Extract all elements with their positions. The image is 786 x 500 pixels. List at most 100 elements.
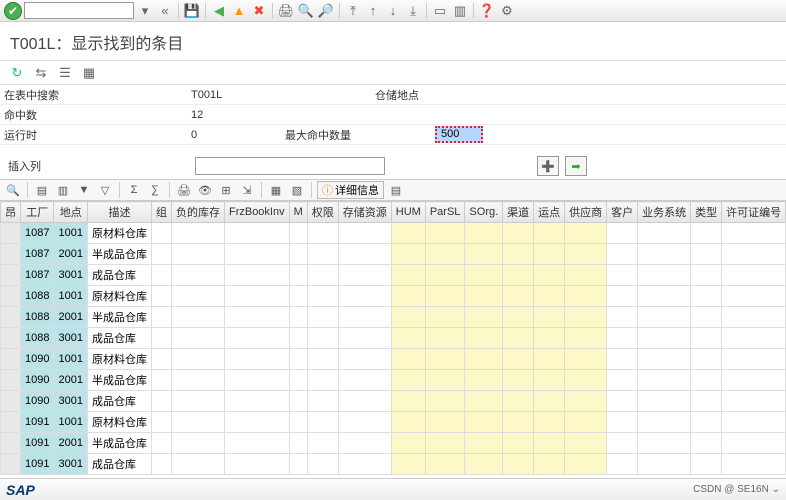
table-row[interactable]: 10881001原材料仓库 [1,286,786,307]
insert-column-row: 插入列 ➕ ➡ [0,153,786,179]
maxhits-input[interactable]: 500 [435,126,483,143]
separator [272,3,273,19]
separator [473,3,474,19]
next-page-icon[interactable]: ↓ [384,2,402,20]
search-label: 在表中搜索 [0,87,185,103]
data-grid[interactable]: 昂工厂地点描述组负的库存FrzBookInvM权限存储资源HUMParSLSOr… [0,201,786,475]
export-grid-icon[interactable]: ⇲ [238,181,256,199]
last-page-icon[interactable]: ⤓ [404,2,422,20]
table-row[interactable]: 10911001原材料仓库 [1,412,786,433]
insert-label: 插入列 [4,158,189,174]
status-bar: SAP CSDN @ SE16N ⌄ [0,478,786,500]
search-value: T001L [185,89,375,101]
separator [426,3,427,19]
view-icon[interactable]: 👁 [196,181,214,199]
col-header[interactable]: M [289,202,307,223]
exit-icon[interactable]: ▲ [230,2,248,20]
col-header[interactable]: 业务系统 [638,202,691,223]
dropdown-icon[interactable]: ▾ [136,2,154,20]
add-column-button[interactable]: ➕ [537,156,559,176]
hits-value: 12 [185,109,375,121]
data-grid-wrapper: 昂工厂地点描述组负的库存FrzBookInvM权限存储资源HUMParSLSOr… [0,201,786,475]
col-header[interactable]: 类型 [691,202,722,223]
remove-column-button[interactable]: ➡ [565,156,587,176]
table-row[interactable]: 10903001成品仓库 [1,391,786,412]
layout-grid-icon[interactable]: ▦ [267,181,285,199]
col-header[interactable]: SOrg. [465,202,503,223]
filter-icon[interactable]: ▼ [75,181,93,199]
settings-icon[interactable]: ⚙ [498,2,516,20]
col-header[interactable]: 供应商 [565,202,607,223]
prev-page-icon[interactable]: ↑ [364,2,382,20]
sort-asc-icon[interactable]: ▤ [33,181,51,199]
command-input[interactable] [24,2,134,19]
dropdown-footer-icon[interactable]: ⌄ [772,484,780,495]
col-header[interactable]: 客户 [607,202,638,223]
col-header[interactable]: 昂 [1,202,21,223]
details-icon[interactable]: 🔍 [4,181,22,199]
find-icon[interactable]: 🔍 [297,2,315,20]
hits-label: 命中数 [0,107,185,123]
print-grid-icon[interactable]: 🖨 [175,181,193,199]
main-toolbar: ✔ ▾ « 💾 ◀ ▲ ✖ 🖨 🔍 🔎 ⤒ ↑ ↓ ⤓ ▭ ▥ ❓ ⚙ [0,0,786,22]
col-header[interactable]: 权限 [307,202,338,223]
table-row[interactable]: 10872001半成品仓库 [1,244,786,265]
separator [339,3,340,19]
table-row[interactable]: 10873001成品仓库 [1,265,786,286]
col-header[interactable]: 工厂 [21,202,54,223]
new-session-icon[interactable]: ▭ [431,2,449,20]
table-row[interactable]: 10901001原材料仓库 [1,349,786,370]
table-row[interactable]: 10902001半成品仓库 [1,370,786,391]
table-row[interactable]: 10913001成品仓库 [1,454,786,475]
insert-column-input[interactable] [195,157,385,175]
col-header[interactable]: ParSL [425,202,465,223]
detail-info-button[interactable]: ⓘ详细信息 [317,181,384,199]
col-header[interactable]: HUM [391,202,425,223]
maxhits-label: 最大命中数量 [285,127,375,143]
watermark: CSDN @ [693,484,734,495]
table-row[interactable]: 10883001成品仓库 [1,328,786,349]
page-title: T001L：显示找到的条目 [0,22,786,61]
grid-header-row: 昂工厂地点描述组负的库存FrzBookInvM权限存储资源HUMParSLSOr… [1,202,786,223]
table-row[interactable]: 10912001半成品仓库 [1,433,786,454]
col-header[interactable]: FrzBookInv [224,202,289,223]
app-toolbar: ↻ ⇆ ☰ ▦ [0,61,786,85]
refresh-icon[interactable]: ↻ [8,64,26,82]
enter-button[interactable]: ✔ [4,2,22,20]
table-row[interactable]: 10871001原材料仓库 [1,223,786,244]
filter-del-icon[interactable]: ▽ [96,181,114,199]
help-icon[interactable]: ❓ [478,2,496,20]
sort-desc-icon[interactable]: ▥ [54,181,72,199]
tcode-display: SE16N [737,484,769,495]
separator [178,3,179,19]
layout-change-icon[interactable]: ▧ [288,181,306,199]
print-icon[interactable]: 🖨 [277,2,295,20]
table-row[interactable]: 10882001半成品仓库 [1,307,786,328]
sum-icon[interactable]: Σ [125,181,143,199]
more-icon[interactable]: ▤ [387,181,405,199]
save-icon[interactable]: 💾 [183,2,201,20]
selection-form: 在表中搜索 T001L 仓储地点 命中数 12 运行时 0 最大命中数量 500 [0,85,786,145]
col-header[interactable]: 组 [151,202,171,223]
runtime-value: 0 [185,129,285,141]
col-header[interactable]: 运点 [534,202,565,223]
cancel-icon[interactable]: ✖ [250,2,268,20]
col-header[interactable]: 存储资源 [338,202,391,223]
layout-icon[interactable]: ▥ [451,2,469,20]
first-page-icon[interactable]: ⤒ [344,2,362,20]
list-icon[interactable]: ☰ [56,64,74,82]
col-header[interactable]: 许可证编号 [722,202,786,223]
back-icon[interactable]: ◀ [210,2,228,20]
excel-icon[interactable]: ⊞ [217,181,235,199]
col-header[interactable]: 渠道 [503,202,534,223]
separator [205,3,206,19]
col-header[interactable]: 描述 [87,202,151,223]
export-icon[interactable]: ▦ [80,64,98,82]
col-header[interactable]: 地点 [54,202,87,223]
sap-logo: SAP [6,482,35,498]
col-header[interactable]: 负的库存 [171,202,224,223]
subtotal-icon[interactable]: ∑ [146,181,164,199]
history-back-icon[interactable]: « [156,2,174,20]
find-next-icon[interactable]: 🔎 [317,2,335,20]
hierarchy-icon[interactable]: ⇆ [32,64,50,82]
